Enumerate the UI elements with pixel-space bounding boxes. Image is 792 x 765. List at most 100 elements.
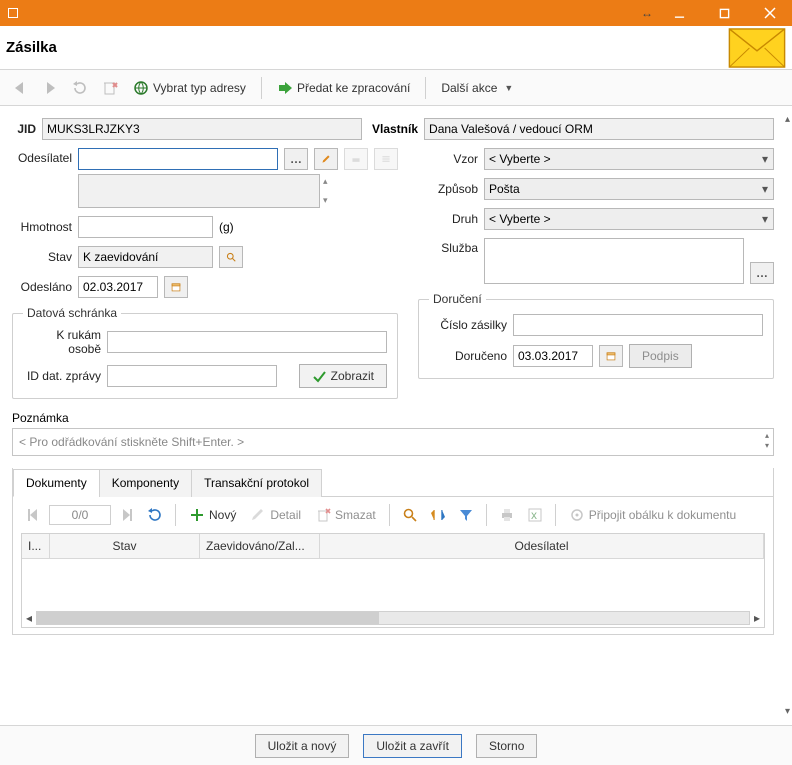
grid-attach-envelope-button[interactable]: Připojit obálku k dokumentu [564,503,741,527]
globe-icon [133,80,149,96]
chevron-down-icon: ▼ [504,83,513,93]
delivered-date-input[interactable] [513,345,593,367]
form-body: ▴ ▾ JID Vlastník Odesílatel … [0,106,792,725]
grid-detail-button[interactable]: Detail [245,503,306,527]
toolbar-separator [389,504,390,526]
forward-process-button[interactable]: Předat ke zpracování [272,76,415,100]
tab-komponenty[interactable]: Komponenty [99,469,192,497]
sort-icon [430,507,446,523]
databox-legend: Datová schránka [23,306,121,320]
delivery-group: Doručení Číslo zásilky Doručeno Podpis [418,292,774,379]
more-actions-button[interactable]: Další akce ▼ [436,76,518,100]
save-and-new-button[interactable]: Uložit a nový [255,734,350,758]
scroll-left-icon[interactable]: ◂ [26,611,32,625]
col-registered[interactable]: Zaevidováno/Zal... [200,534,320,558]
grid-print-button[interactable] [495,503,519,527]
shipment-no-label: Číslo zásilky [429,318,507,332]
sender-label: Odesílatel [12,148,72,165]
sent-date-picker-button[interactable] [164,276,188,298]
grid-filter-button[interactable] [454,503,478,527]
grid-horiz-scrollbar[interactable]: ◂ ▸ [22,609,764,627]
grid-body[interactable] [22,559,764,609]
scroll-up-icon[interactable]: ▴ [785,114,790,125]
grid-last-button[interactable] [115,503,139,527]
resize-grip-icon[interactable]: ↔ [641,0,653,26]
select-address-type-label: Vybrat typ adresy [153,81,246,95]
minimize-button[interactable] [657,0,702,26]
grid-refresh-button[interactable] [143,503,167,527]
select-address-type-button[interactable]: Vybrat typ adresy [128,76,251,100]
databox-group: Datová schránka K rukám osobě ID dat. zp… [12,306,398,399]
close-button[interactable] [747,0,792,26]
grid-export-excel-button[interactable]: x [523,503,547,527]
databox-hands-input[interactable] [107,331,387,353]
jid-field [42,118,362,140]
shipment-no-input[interactable] [513,314,763,336]
sender-clear-button[interactable] [344,148,368,170]
databox-id-input[interactable] [107,365,277,387]
tab-transakcni-protokol[interactable]: Transakční protokol [191,469,322,497]
window-title: Zásilka [6,39,57,56]
kind-select[interactable]: ▾ [484,208,774,230]
service-textarea[interactable] [484,238,744,284]
more-actions-label: Další akce [441,81,497,95]
sender-input[interactable] [78,148,278,170]
status-lookup-button[interactable] [219,246,243,268]
delivered-label: Doručeno [429,349,507,363]
delete-button[interactable] [98,76,122,100]
note-spin-down-icon[interactable]: ▾ [765,441,769,450]
scroll-right-icon[interactable]: ▸ [754,611,760,625]
forward-process-label: Předat ke zpracování [297,81,410,95]
weight-input[interactable] [78,216,213,238]
service-browse-button[interactable]: … [750,262,774,284]
template-select[interactable]: ▾ [484,148,774,170]
pencil-icon [250,507,266,523]
grid-new-button[interactable]: Nový [184,503,241,527]
owner-field [424,118,774,140]
scroll-down-icon[interactable]: ▾ [785,706,790,717]
grid-new-label: Nový [209,508,236,522]
signature-label: Podpis [642,349,679,363]
save-and-close-button[interactable]: Uložit a zavřít [363,734,462,758]
nav-back-button[interactable] [8,76,32,100]
weight-label: Hmotnost [12,220,72,234]
owner-label: Vlastník [372,122,418,136]
toolbar-separator [425,77,426,99]
magnifier-icon [402,507,418,523]
scroll-up-mini-icon[interactable]: ▴ [323,176,328,187]
grid-first-button[interactable] [21,503,45,527]
col-sender[interactable]: Odesílatel [320,534,764,558]
maximize-button[interactable] [702,0,747,26]
scroll-down-mini-icon[interactable]: ▾ [323,195,328,206]
sender-edit-button[interactable] [314,148,338,170]
col-status[interactable]: Stav [50,534,200,558]
note-spin-up-icon[interactable]: ▴ [765,431,769,440]
sender-list-button[interactable] [374,148,398,170]
delivered-date-picker-button[interactable] [599,345,623,367]
cancel-button[interactable]: Storno [476,734,537,758]
grid-search-button[interactable] [398,503,422,527]
toolbar-separator [261,77,262,99]
attach-icon [569,507,585,523]
note-textarea[interactable]: < Pro odřádkování stiskněte Shift+Enter.… [12,428,774,456]
refresh-button[interactable] [68,76,92,100]
sent-date-input[interactable] [78,276,158,298]
grid-delete-button[interactable]: Smazat [310,503,381,527]
method-select[interactable]: ▾ [484,178,774,200]
status-label: Stav [12,250,72,264]
sender-browse-button[interactable]: … [284,148,308,170]
signature-button[interactable]: Podpis [629,344,692,368]
nav-forward-button[interactable] [38,76,62,100]
grid-sort-button[interactable] [426,503,450,527]
printer-icon [499,507,515,523]
funnel-icon [458,507,474,523]
toolbar-separator [175,504,176,526]
col-index[interactable]: I... [22,534,50,558]
databox-show-button[interactable]: Zobrazit [299,364,387,388]
calendar-icon [606,349,616,363]
svg-text:x: x [531,508,537,522]
tab-dokumenty[interactable]: Dokumenty [13,469,100,497]
envelope-icon [728,28,786,68]
status-field [78,246,213,268]
sender-address-textarea[interactable] [78,174,320,208]
